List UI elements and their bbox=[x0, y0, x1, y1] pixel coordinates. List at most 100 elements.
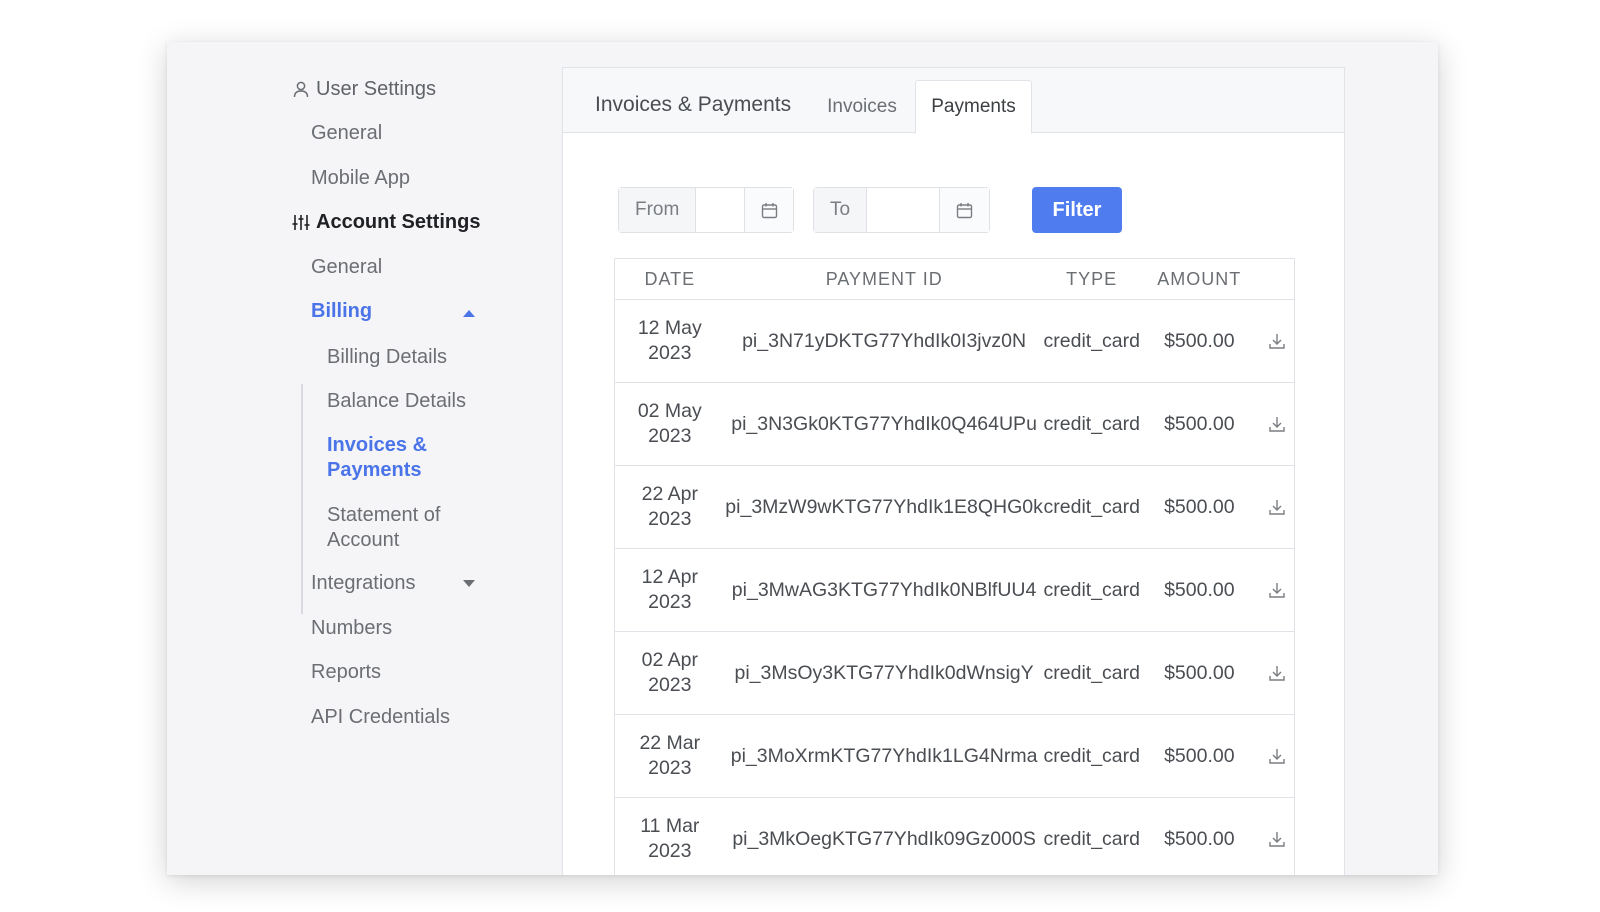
tab-payments[interactable]: Payments bbox=[915, 80, 1032, 134]
payment-date: 12 Apr 2023 bbox=[615, 565, 725, 615]
chevron-down-icon[interactable] bbox=[463, 580, 475, 587]
payment-amount: $500.00 bbox=[1164, 578, 1235, 601]
payment-date-day: 11 Mar bbox=[640, 815, 700, 837]
payment-amount: $500.00 bbox=[1164, 329, 1235, 352]
table-header: DATE PAYMENT ID TYPE AMOUNT bbox=[615, 259, 1294, 300]
payment-date-day: 02 May bbox=[637, 400, 702, 422]
payment-date: 12 May 2023 bbox=[615, 316, 725, 366]
payment-date: 02 Apr 2023 bbox=[615, 648, 725, 698]
payment-type: credit_card bbox=[1043, 744, 1140, 767]
table-row: 22 Apr 2023 pi_3MzW9wKTG77YhdIk1E8QHG0k cre… bbox=[615, 466, 1294, 549]
sidebar-section-label: Account Settings bbox=[316, 211, 481, 233]
sidebar-item-reports[interactable]: Reports bbox=[311, 661, 381, 684]
payment-type: credit_card bbox=[1043, 329, 1140, 352]
column-header-amount[interactable]: AMOUNT bbox=[1139, 269, 1259, 290]
payment-date-day: 12 May bbox=[637, 317, 702, 339]
download-icon[interactable] bbox=[1259, 415, 1294, 433]
payment-date-year: 2023 bbox=[648, 674, 692, 696]
payment-id: pi_3MoXrmKTG77YhdIk1LG4Nrma bbox=[730, 744, 1038, 767]
payment-type: credit_card bbox=[1043, 661, 1140, 684]
payment-type: credit_card bbox=[1043, 412, 1140, 435]
payment-id: pi_3MkOegKTG77YhdIk09Gz000S bbox=[732, 827, 1036, 850]
settings-sidebar: User Settings General Mobile App Account… bbox=[167, 42, 567, 875]
payment-amount: $500.00 bbox=[1164, 744, 1235, 767]
download-icon[interactable] bbox=[1259, 332, 1294, 350]
sidebar-item-integrations[interactable]: Integrations bbox=[311, 572, 416, 595]
sidebar-section-user-settings[interactable]: User Settings bbox=[292, 78, 436, 101]
table-row: 12 Apr 2023 pi_3MwAG3KTG77YhdIk0NBlfUU4 cre… bbox=[615, 549, 1294, 632]
calendar-icon[interactable] bbox=[939, 188, 989, 232]
table-row: 22 Mar 2023 pi_3MoXrmKTG77YhdIk1LG4Nrma cre… bbox=[615, 715, 1294, 798]
download-icon[interactable] bbox=[1259, 830, 1294, 848]
sidebar-item-billing-details[interactable]: Billing Details bbox=[327, 345, 487, 370]
payment-amount: $500.00 bbox=[1164, 412, 1235, 435]
payment-date-year: 2023 bbox=[648, 591, 692, 613]
sliders-icon bbox=[292, 214, 310, 232]
to-label: To bbox=[814, 188, 868, 232]
sidebar-item-balance-details[interactable]: Balance Details bbox=[327, 389, 487, 414]
sidebar-item-numbers[interactable]: Numbers bbox=[311, 617, 392, 640]
payment-type: credit_card bbox=[1043, 495, 1140, 518]
payment-date-day: 02 Apr bbox=[641, 649, 698, 671]
payment-amount: $500.00 bbox=[1164, 495, 1235, 518]
payment-id: pi_3N71yDKTG77YhdIk0I3jvz0N bbox=[742, 329, 1027, 352]
to-date-picker: To bbox=[813, 187, 990, 233]
payment-type: credit_card bbox=[1043, 578, 1140, 601]
payment-id: pi_3N3Gk0KTG77YhdIk0Q464UPu bbox=[731, 412, 1037, 435]
sidebar-item-statement-of-account[interactable]: Statement of Account bbox=[327, 503, 457, 553]
chevron-up-icon[interactable] bbox=[463, 310, 475, 317]
sidebar-item-user-general[interactable]: General bbox=[311, 122, 382, 145]
download-icon[interactable] bbox=[1259, 498, 1294, 516]
column-header-type[interactable]: TYPE bbox=[1044, 269, 1140, 290]
table-row: 02 Apr 2023 pi_3MsOy3KTG77YhdIk0dWnsigY cre… bbox=[615, 632, 1294, 715]
user-icon bbox=[292, 81, 310, 99]
payment-date-day: 22 Apr bbox=[641, 483, 698, 505]
payment-date-year: 2023 bbox=[648, 508, 692, 530]
table-row: 02 May 2023 pi_3N3Gk0KTG77YhdIk0Q464UPu cre… bbox=[615, 383, 1294, 466]
column-header-date[interactable]: DATE bbox=[615, 269, 725, 290]
tab-invoices[interactable]: Invoices bbox=[809, 80, 915, 134]
sidebar-section-account-settings[interactable]: Account Settings bbox=[292, 211, 480, 234]
payment-date: 11 Mar 2023 bbox=[615, 814, 725, 864]
table-body: 12 May 2023 pi_3N71yDKTG77YhdIk0I3jvz0N cre… bbox=[615, 300, 1294, 875]
table-row: 11 Mar 2023 pi_3MkOegKTG77YhdIk09Gz000S cre… bbox=[615, 798, 1294, 875]
table-row: 12 May 2023 pi_3N71yDKTG77YhdIk0I3jvz0N cre… bbox=[615, 300, 1294, 383]
to-date-input[interactable] bbox=[867, 188, 940, 232]
payment-date-day: 12 Apr bbox=[641, 566, 698, 588]
payment-amount: $500.00 bbox=[1164, 827, 1235, 850]
payment-date-year: 2023 bbox=[648, 342, 692, 364]
payment-type: credit_card bbox=[1043, 827, 1140, 850]
payment-date-day: 22 Mar bbox=[639, 732, 701, 754]
payment-date: 02 May 2023 bbox=[615, 399, 725, 449]
from-label: From bbox=[619, 188, 697, 232]
sidebar-item-account-general[interactable]: General bbox=[311, 256, 382, 279]
sidebar-item-api-credentials[interactable]: API Credentials bbox=[311, 706, 450, 729]
from-date-input[interactable] bbox=[696, 188, 745, 232]
payments-table: DATE PAYMENT ID TYPE AMOUNT 12 May 2023 pi… bbox=[614, 258, 1295, 875]
billing-submenu-border bbox=[301, 384, 303, 614]
sidebar-item-mobile-app[interactable]: Mobile App bbox=[311, 167, 410, 190]
app-window: User Settings General Mobile App Account… bbox=[167, 42, 1438, 875]
tab-bar: Invoices & Payments Invoices Payments bbox=[563, 68, 1344, 134]
column-header-payment-id[interactable]: PAYMENT ID bbox=[725, 269, 1044, 290]
payment-date-year: 2023 bbox=[648, 840, 692, 862]
from-date-picker: From bbox=[618, 187, 794, 233]
calendar-icon[interactable] bbox=[744, 188, 793, 232]
sidebar-item-billing[interactable]: Billing bbox=[311, 300, 372, 323]
payment-id: pi_3MwAG3KTG77YhdIk0NBlfUU4 bbox=[731, 578, 1037, 601]
invoices-payments-panel: Invoices & Payments Invoices Payments Fr… bbox=[562, 67, 1345, 875]
payment-id: pi_3MzW9wKTG77YhdIk1E8QHG0k bbox=[725, 495, 1043, 518]
sidebar-item-invoices-payments[interactable]: Invoices & Payments bbox=[327, 433, 447, 483]
payment-date-year: 2023 bbox=[648, 425, 692, 447]
sidebar-section-label: User Settings bbox=[316, 78, 437, 100]
payment-date: 22 Apr 2023 bbox=[615, 482, 725, 532]
payment-amount: $500.00 bbox=[1164, 661, 1235, 684]
download-icon[interactable] bbox=[1259, 664, 1294, 682]
payment-id: pi_3MsOy3KTG77YhdIk0dWnsigY bbox=[734, 661, 1034, 684]
download-icon[interactable] bbox=[1259, 581, 1294, 599]
page-title: Invoices & Payments bbox=[595, 93, 792, 116]
payment-date: 22 Mar 2023 bbox=[615, 731, 725, 781]
download-icon[interactable] bbox=[1259, 747, 1294, 765]
filter-button[interactable]: Filter bbox=[1032, 187, 1122, 233]
payment-date-year: 2023 bbox=[648, 757, 692, 779]
